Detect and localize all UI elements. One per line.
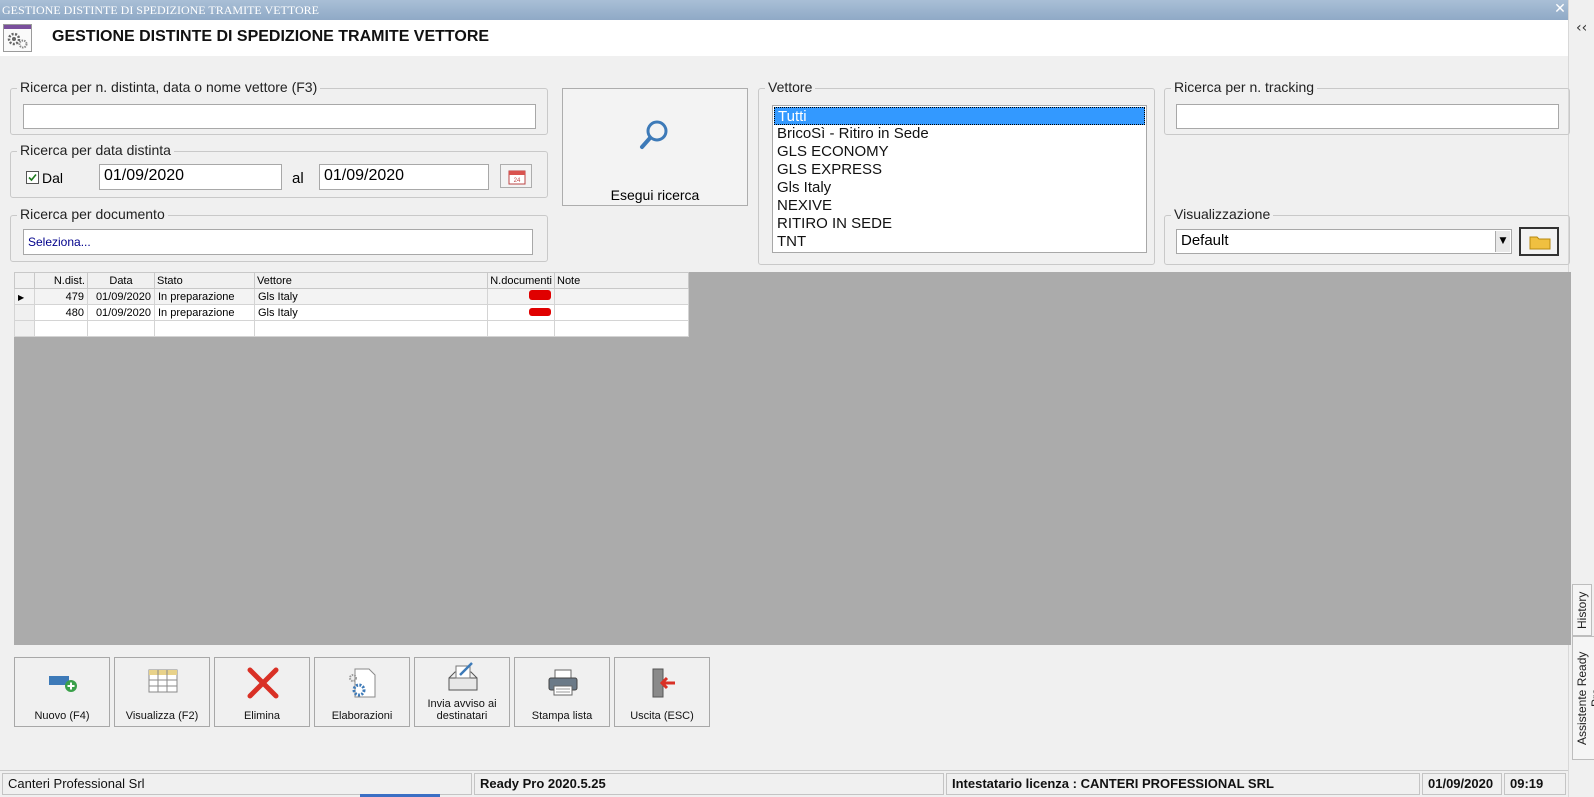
add-document-icon — [49, 676, 77, 692]
cell-ndocumenti — [487, 304, 555, 321]
chevron-down-icon[interactable]: ▼ — [1495, 231, 1510, 252]
cell-data: 01/09/2020 — [87, 304, 155, 321]
column-header[interactable]: Note — [554, 272, 689, 289]
search-button-label: Esegui ricerca — [610, 187, 700, 203]
list-item[interactable]: RITIRO IN SEDE — [774, 215, 1145, 233]
cell-vettore: Gls Italy — [254, 304, 488, 321]
settings-form-icon — [3, 24, 32, 52]
distinte-grid: N.dist. Data Stato Vettore N.documenti N… — [14, 272, 689, 337]
grid-corner — [14, 272, 35, 289]
date-to-label: al — [292, 170, 304, 187]
table-row[interactable]: ▶ 479 01/09/2020 In preparazione Gls Ita… — [14, 288, 689, 305]
nuovo-button[interactable]: Nuovo (F4) — [14, 657, 110, 727]
printer-icon — [548, 669, 578, 696]
elimina-label: Elimina — [243, 710, 281, 722]
page-title: GESTIONE DISTINTE DI SPEDIZIONE TRAMITE … — [52, 28, 490, 45]
date-to-input[interactable]: 01/09/2020 — [319, 164, 489, 190]
search-distinta-label: Ricerca per n. distinta, data o nome vet… — [17, 79, 321, 95]
cell-stato: In preparazione — [154, 304, 255, 321]
cell-ndist: 480 — [34, 304, 88, 321]
tracking-label: Ricerca per n. tracking — [1171, 79, 1318, 95]
calendar-button[interactable]: 24 — [500, 164, 532, 188]
column-header[interactable]: Data — [87, 272, 155, 289]
collapse-icon[interactable]: ‹‹ — [1576, 20, 1587, 36]
tracking-input[interactable] — [1176, 104, 1559, 129]
nuovo-label: Nuovo (F4) — [34, 710, 90, 722]
status-time: 09:19 — [1504, 773, 1566, 795]
row-selector-icon[interactable]: ▶ — [14, 288, 35, 305]
uscita-label: Uscita (ESC) — [630, 710, 694, 722]
stampa-lista-label: Stampa lista — [531, 710, 593, 722]
date-from-input[interactable]: 01/09/2020 — [99, 164, 282, 190]
uscita-button[interactable]: Uscita (ESC) — [614, 657, 710, 727]
invia-avviso-label: Invia avviso ai destinatari — [415, 698, 509, 722]
window-titlebar: GESTIONE DISTINTE DI SPEDIZIONE TRAMITE … — [0, 0, 1568, 20]
visualizzazione-label: Visualizzazione — [1171, 206, 1274, 222]
search-button[interactable]: Esegui ricerca — [562, 88, 748, 206]
invia-avviso-line2: destinatari — [436, 710, 488, 722]
list-item[interactable]: Gls Italy — [774, 179, 1145, 197]
folder-button[interactable] — [1519, 227, 1559, 256]
visualizza-label: Visualizza (F2) — [125, 710, 199, 722]
row-selector[interactable] — [14, 320, 35, 337]
list-item[interactable]: NEXIVE — [774, 197, 1145, 215]
elimina-button[interactable]: Elimina — [214, 657, 310, 727]
cell-note — [554, 288, 689, 305]
status-date: 01/09/2020 — [1422, 773, 1502, 795]
redaction-mark — [529, 290, 551, 300]
magnifier-icon — [640, 120, 668, 149]
list-item[interactable]: GLS ECONOMY — [774, 143, 1145, 161]
row-selector[interactable] — [14, 304, 35, 321]
list-item[interactable]: Tutti — [774, 107, 1145, 125]
cell-stato: In preparazione — [154, 288, 255, 305]
list-item[interactable]: GLS EXPRESS — [774, 161, 1145, 179]
search-document-input[interactable]: Seleziona... — [23, 229, 533, 255]
visualizza-button[interactable]: Visualizza (F2) — [114, 657, 210, 727]
column-header[interactable]: N.dist. — [34, 272, 88, 289]
table-row[interactable]: 480 01/09/2020 In preparazione Gls Italy — [14, 304, 689, 321]
search-document-label: Ricerca per documento — [17, 206, 168, 222]
column-header[interactable]: Vettore — [254, 272, 488, 289]
cell-data: 01/09/2020 — [87, 288, 155, 305]
cell-ndist: 479 — [34, 288, 88, 305]
dal-label: Dal — [42, 170, 64, 186]
invia-avviso-button[interactable]: Invia avviso ai destinatari — [414, 657, 510, 727]
tray-pen-icon — [448, 662, 478, 691]
cell-ndocumenti — [487, 288, 555, 305]
redaction-mark — [529, 307, 551, 316]
search-distinta-input[interactable] — [23, 104, 536, 129]
status-company: Canteri Professional Srl — [2, 773, 472, 795]
column-header[interactable]: Stato — [154, 272, 255, 289]
stampa-lista-button[interactable]: Stampa lista — [514, 657, 610, 727]
tab-assistente[interactable]: Assistente Ready Pro — [1572, 636, 1594, 760]
visualizzazione-select[interactable]: Default ▼ — [1176, 229, 1512, 254]
vettore-listbox[interactable]: Tutti BricoSì - Ritiro in Sede GLS ECONO… — [772, 105, 1147, 253]
calendar-icon: 24 — [508, 170, 526, 185]
folder-icon — [1529, 236, 1551, 250]
visualizzazione-value: Default — [1181, 232, 1229, 249]
status-version: Ready Pro 2020.5.25 — [474, 773, 944, 795]
tab-history[interactable]: History — [1572, 584, 1592, 636]
exit-door-icon — [652, 668, 675, 698]
close-icon[interactable]: ✕ — [1552, 1, 1568, 17]
table-view-icon — [148, 669, 178, 693]
list-item[interactable]: TNT — [774, 233, 1145, 251]
cell-note — [554, 304, 689, 321]
column-header[interactable]: N.documenti — [487, 272, 555, 289]
elaborazioni-button[interactable]: Elaborazioni — [314, 657, 410, 727]
list-item[interactable]: BricoSì - Ritiro in Sede — [774, 125, 1145, 143]
table-row-new[interactable] — [14, 320, 689, 337]
elaborazioni-label: Elaborazioni — [331, 710, 393, 722]
document-gear-icon — [349, 668, 376, 698]
dal-checkbox[interactable] — [26, 171, 39, 184]
invia-avviso-line1: Invia avviso ai — [427, 698, 497, 710]
cell-vettore: Gls Italy — [254, 288, 488, 305]
form-header: GESTIONE DISTINTE DI SPEDIZIONE TRAMITE … — [0, 20, 1568, 56]
search-date-label: Ricerca per data distinta — [17, 142, 174, 158]
delete-x-icon — [247, 667, 279, 699]
svg-text:24: 24 — [514, 178, 521, 184]
status-license: Intestatario licenza : CANTERI PROFESSIO… — [946, 773, 1420, 795]
vettore-label: Vettore — [765, 79, 816, 95]
